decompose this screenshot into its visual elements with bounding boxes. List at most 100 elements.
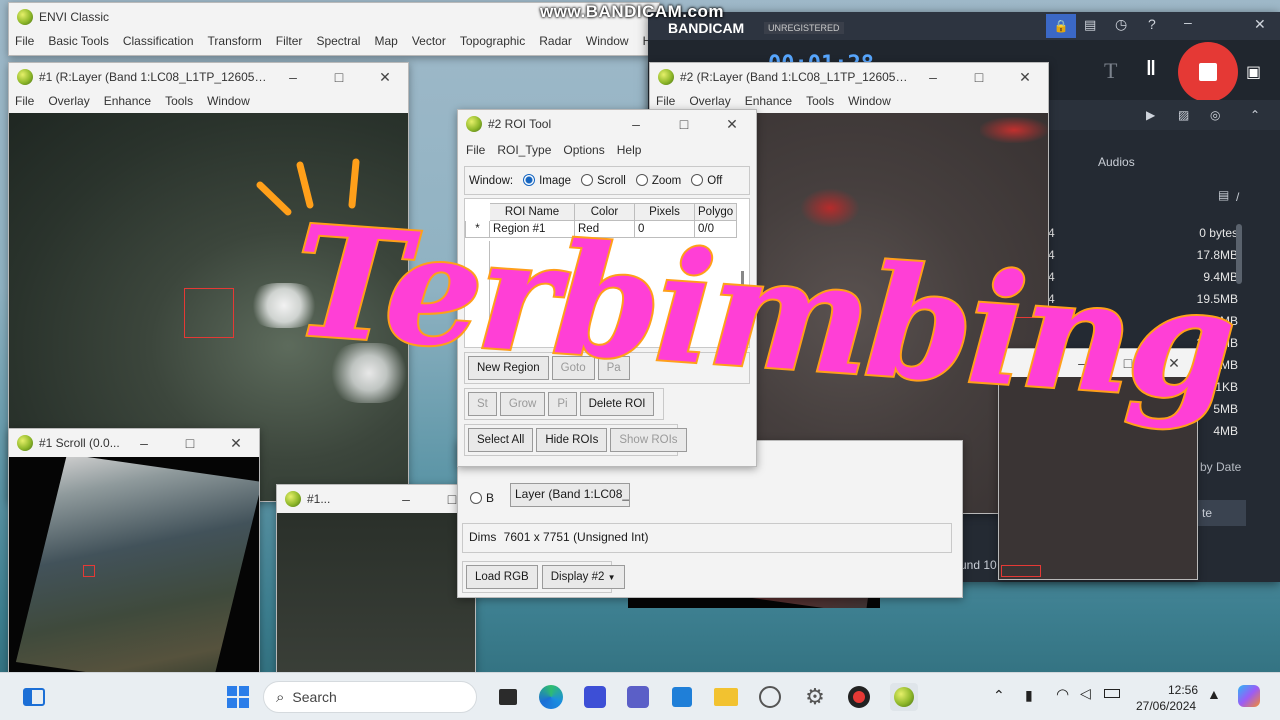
load-rgb-button[interactable]: Load RGB <box>466 565 538 589</box>
envi-menu-file[interactable]: File <box>15 34 34 48</box>
display2-menu-file[interactable]: File <box>656 94 675 108</box>
microphone-icon[interactable]: ▮ <box>1025 687 1033 704</box>
minimize-button[interactable]: – <box>1184 14 1192 30</box>
minimize-button[interactable]: – <box>383 485 429 513</box>
envi-menu-map[interactable]: Map <box>374 34 397 48</box>
display2-menu-overlay[interactable]: Overlay <box>689 94 730 108</box>
display-select[interactable]: Display #2 ▼ <box>541 565 625 589</box>
volume-icon[interactable]: ◁ <box>1080 685 1091 702</box>
battery-icon[interactable] <box>1104 689 1120 698</box>
show-rois-button[interactable]: Show ROIs <box>610 428 687 452</box>
camera-icon[interactable]: ▣ <box>1246 62 1261 82</box>
display2-menu-enhance[interactable]: Enhance <box>745 94 792 108</box>
display2-menu-window[interactable]: Window <box>848 94 891 108</box>
layer-field[interactable]: Layer (Band 1:LC08_L1 <box>510 483 630 507</box>
record-icon[interactable] <box>845 683 873 711</box>
select-all-button[interactable]: Select All <box>468 428 534 452</box>
stop-record-button[interactable] <box>1178 42 1238 102</box>
scrollbar[interactable] <box>1236 224 1242 284</box>
clock-icon[interactable]: ◷ <box>1115 16 1127 33</box>
sort-by-date[interactable]: by Date <box>1200 460 1241 474</box>
maximize-button[interactable]: □ <box>316 63 362 91</box>
clock-date[interactable]: 27/06/2024 <box>1136 699 1196 713</box>
window-option-zoom[interactable]: Zoom <box>635 174 681 187</box>
wifi-icon[interactable]: ◠ <box>1056 685 1069 703</box>
maximize-button[interactable]: □ <box>167 429 213 457</box>
envi-menu-classification[interactable]: Classification <box>123 34 194 48</box>
roi-box[interactable] <box>83 565 95 577</box>
envi-menu-radar[interactable]: Radar <box>539 34 572 48</box>
image-icon[interactable]: ▨ <box>1178 108 1189 122</box>
minimize-button[interactable]: – <box>910 63 956 91</box>
task-view-icon[interactable] <box>494 683 522 711</box>
envi-menu-window[interactable]: Window <box>586 34 629 48</box>
pause-icon[interactable]: ‖ <box>1146 58 1156 81</box>
clock-time[interactable]: 12:56 <box>1168 683 1198 697</box>
envi-taskbar-icon[interactable] <box>890 683 918 711</box>
envi-menu-spectral[interactable]: Spectral <box>316 34 360 48</box>
start-icon[interactable] <box>224 683 252 711</box>
close-button[interactable]: ✕ <box>1002 63 1048 91</box>
close-button[interactable]: ✕ <box>362 63 408 91</box>
widgets-icon[interactable] <box>20 683 48 711</box>
envi-menu-vector[interactable]: Vector <box>412 34 446 48</box>
minimize-button[interactable]: – <box>270 63 316 91</box>
copilot-icon[interactable] <box>1238 685 1260 707</box>
delete-roi-button[interactable]: Delete ROI <box>579 392 655 416</box>
display1-menu-overlay[interactable]: Overlay <box>48 94 89 108</box>
envi-menu-filter[interactable]: Filter <box>276 34 303 48</box>
scroll1-image[interactable] <box>9 457 259 677</box>
notification-bell-icon[interactable]: ▲ <box>1207 686 1221 702</box>
chevron-up-icon[interactable]: ⌃ <box>993 687 1005 704</box>
list-item[interactable]: 4 0 bytes <box>1048 222 1238 244</box>
text-tool-icon[interactable]: T <box>1104 58 1117 84</box>
grow-button[interactable]: Grow <box>499 392 546 416</box>
close-button[interactable]: ✕ <box>708 110 756 138</box>
window-option-image[interactable]: Image <box>523 174 571 187</box>
app-icon[interactable] <box>581 683 609 711</box>
display1-menu-tools[interactable]: Tools <box>165 94 193 108</box>
search-box[interactable]: ⌕ Search <box>263 681 477 713</box>
envi-menu-transform[interactable]: Transform <box>208 34 262 48</box>
close-button[interactable]: ✕ <box>1254 16 1266 33</box>
envi-menu-basic-tools[interactable]: Basic Tools <box>48 34 108 48</box>
minimize-button[interactable]: – <box>121 429 167 457</box>
envi-menu-topographic[interactable]: Topographic <box>460 34 525 48</box>
display2-menu-tools[interactable]: Tools <box>806 94 834 108</box>
app-icon[interactable] <box>756 683 784 711</box>
lock-icon[interactable]: 🔒 <box>1046 14 1076 38</box>
window-option-scroll[interactable]: Scroll <box>581 174 626 187</box>
video-icon[interactable]: ▶ <box>1146 108 1155 122</box>
display1-menu-enhance[interactable]: Enhance <box>104 94 151 108</box>
collapse-icon[interactable]: ⌃ <box>1250 108 1260 122</box>
teams-icon[interactable] <box>624 683 652 711</box>
help-icon[interactable]: ? <box>1148 16 1156 32</box>
settings-icon[interactable]: ⚙ <box>801 683 829 711</box>
roi-box[interactable] <box>1001 565 1041 577</box>
edge-icon[interactable] <box>537 683 565 711</box>
column-header[interactable]: Polygo <box>693 203 738 221</box>
maximize-button[interactable]: □ <box>660 110 708 138</box>
window-option-off[interactable]: Off <box>691 174 722 187</box>
band-radio[interactable]: B <box>470 491 494 505</box>
display1-menu-window[interactable]: Window <box>207 94 250 108</box>
store-icon[interactable] <box>668 683 696 711</box>
folder-icon[interactable]: ▤ <box>1084 17 1096 33</box>
roi-menu-help[interactable]: Help <box>617 143 642 157</box>
close-button[interactable]: ✕ <box>213 429 259 457</box>
display1-menu-file[interactable]: File <box>15 94 34 108</box>
tab-audios[interactable]: Audios <box>1098 155 1135 169</box>
roi-menu-file[interactable]: File <box>466 143 485 157</box>
maximize-button[interactable]: □ <box>956 63 1002 91</box>
roi-menu-roi-type[interactable]: ROI_Type <box>497 143 551 157</box>
audio-icon[interactable]: ◎ <box>1210 108 1220 122</box>
st-button[interactable]: St <box>468 392 497 416</box>
roi-menu-options[interactable]: Options <box>563 143 604 157</box>
pi-button[interactable]: Pi <box>548 392 577 416</box>
minimize-button[interactable]: – <box>612 110 660 138</box>
roi-box[interactable] <box>184 288 234 338</box>
file-explorer-icon[interactable] <box>712 683 740 711</box>
open-folder-icon[interactable]: ▤ <box>1218 188 1229 202</box>
zoom1-image[interactable] <box>277 513 475 677</box>
hide-rois-button[interactable]: Hide ROIs <box>536 428 608 452</box>
